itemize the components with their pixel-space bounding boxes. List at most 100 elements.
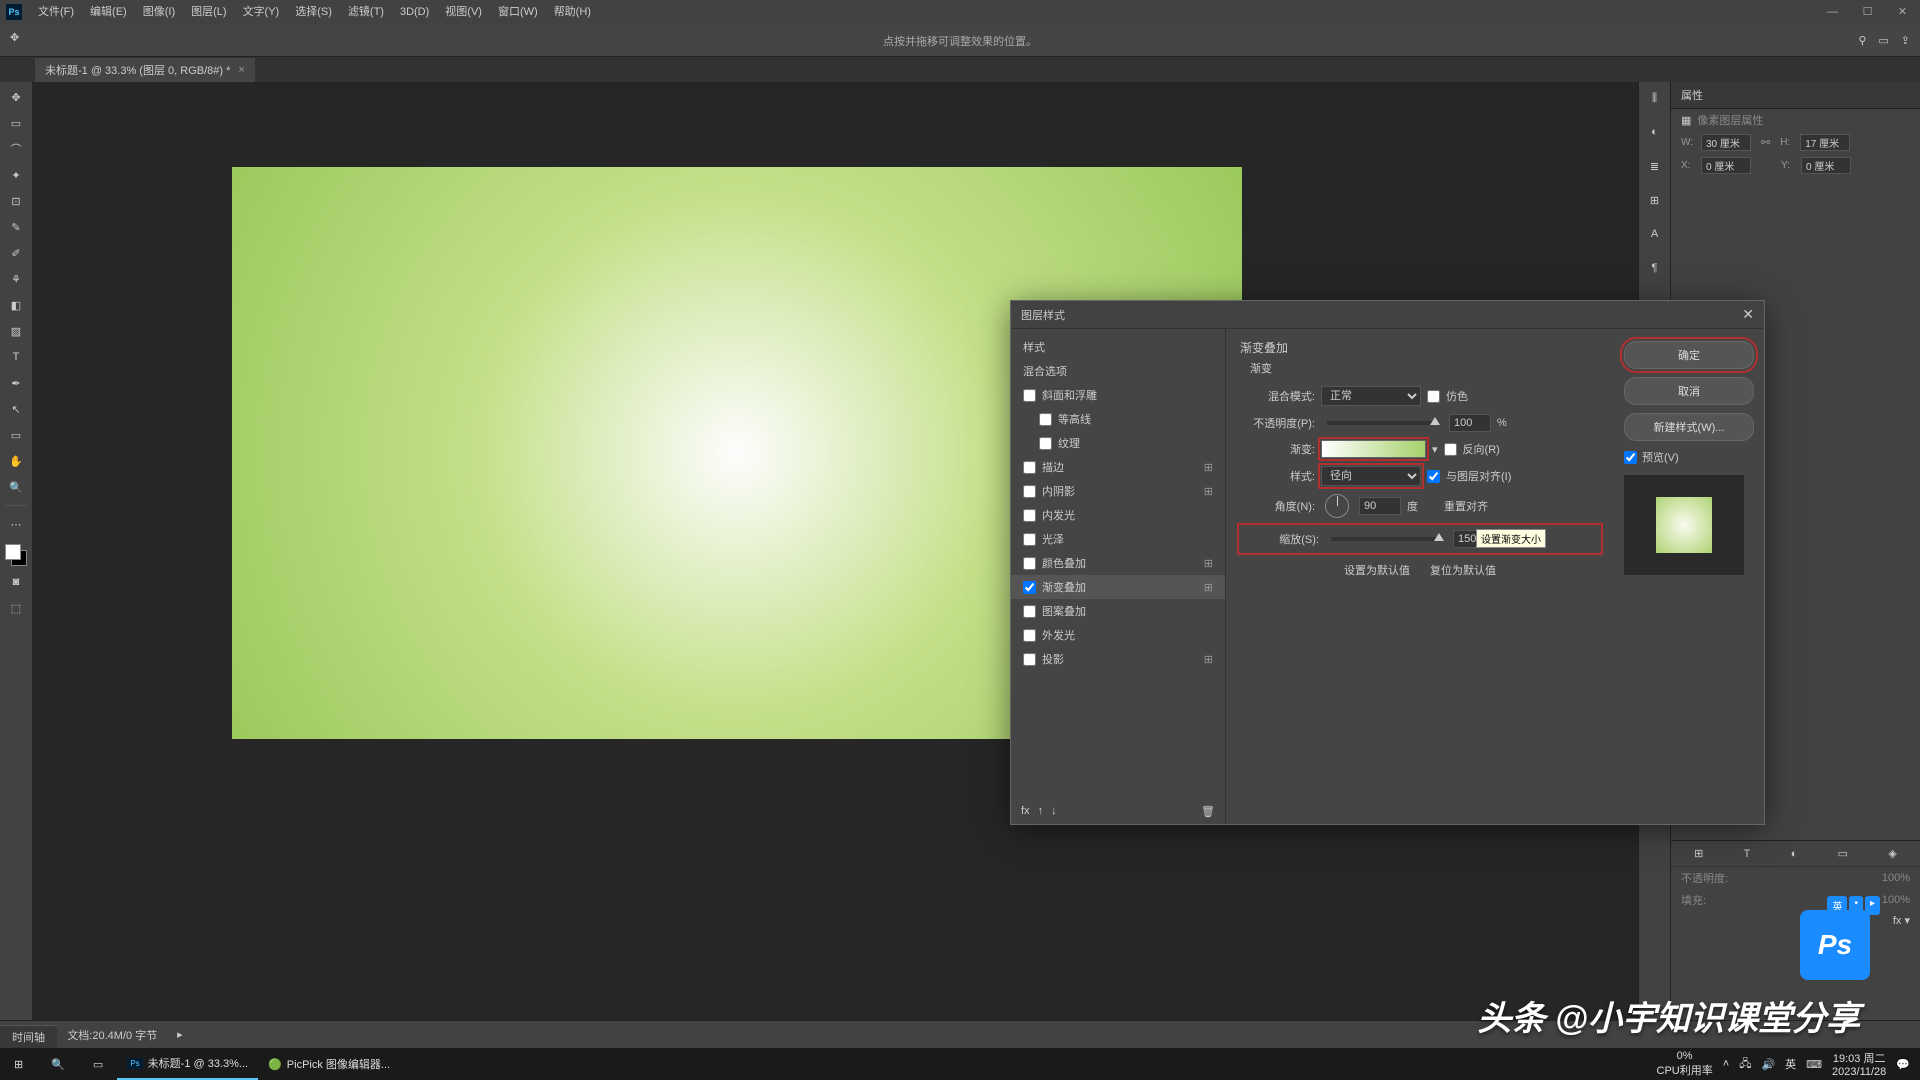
wand-tool[interactable]: ✦	[5, 165, 27, 185]
start-button[interactable]: ⊞	[0, 1048, 37, 1080]
shape-tool[interactable]: ▭	[5, 425, 27, 445]
dots-icon[interactable]: ⋯	[5, 514, 27, 534]
search-icon[interactable]: ⚲	[1858, 34, 1866, 47]
move-tool[interactable]: ✥	[5, 87, 27, 107]
layers-icon[interactable]: ≣	[1644, 155, 1666, 177]
task-photoshop[interactable]: Ps未标题-1 @ 33.3%...	[117, 1048, 258, 1080]
share-icon[interactable]: ⇪	[1901, 34, 1910, 47]
style-row-bevel[interactable]: 斜面和浮雕	[1011, 383, 1225, 407]
menu-file[interactable]: 文件(F)	[30, 0, 82, 25]
gradient-tool[interactable]: ▨	[5, 321, 27, 341]
menu-image[interactable]: 图像(I)	[135, 0, 183, 25]
histogram-icon[interactable]: ⫼	[1644, 87, 1666, 109]
style-row-satin[interactable]: 光泽	[1011, 527, 1225, 551]
hand-tool[interactable]: ✋	[5, 451, 27, 471]
align-checkbox[interactable]	[1427, 470, 1440, 483]
angle-wheel[interactable]	[1325, 494, 1349, 518]
style-row-stroke[interactable]: 描边⊞	[1011, 455, 1225, 479]
fx-icon[interactable]: fx ▾	[1893, 914, 1910, 927]
style-row-dropshadow[interactable]: 投影⊞	[1011, 647, 1225, 671]
quickmask-tool[interactable]: ◙	[5, 572, 27, 592]
layer-filter-icon[interactable]: ⊞	[1694, 847, 1703, 860]
brush-tool[interactable]: ✐	[5, 243, 27, 263]
style-row-innerglow[interactable]: 内发光	[1011, 503, 1225, 527]
doc-info[interactable]: 文档:20.4M/0 字节	[67, 1027, 157, 1043]
menu-window[interactable]: 窗口(W)	[490, 0, 546, 25]
channels-icon[interactable]: ⊞	[1644, 189, 1666, 211]
close-button[interactable]: ✕	[1885, 0, 1920, 25]
dither-checkbox[interactable]	[1427, 390, 1440, 403]
add-icon[interactable]: ⊞	[1204, 581, 1213, 594]
task-picpick[interactable]: 🟢PicPick 图像编辑器...	[258, 1048, 400, 1080]
set-default-button[interactable]: 设置为默认值	[1344, 562, 1410, 578]
adjust-icon[interactable]: ◐	[1644, 121, 1666, 143]
style-row-coloroverlay[interactable]: 颜色叠加⊞	[1011, 551, 1225, 575]
marquee-tool[interactable]: ▭	[5, 113, 27, 133]
gradient-picker[interactable]	[1321, 440, 1426, 458]
type-tool[interactable]: T	[5, 347, 27, 367]
tray-ime[interactable]: 英	[1785, 1056, 1796, 1072]
reverse-checkbox[interactable]	[1444, 443, 1457, 456]
new-style-button[interactable]: 新建样式(W)...	[1624, 413, 1754, 441]
trash-icon[interactable]: 🗑	[1201, 805, 1215, 818]
zoom-tool[interactable]: 🔍	[5, 477, 27, 497]
timeline-tab[interactable]: 时间轴	[0, 1025, 57, 1048]
down-icon[interactable]: ↓	[1051, 805, 1057, 818]
cancel-button[interactable]: 取消	[1624, 377, 1754, 405]
layer-filter-icon[interactable]: ◐	[1791, 848, 1798, 860]
style-row-styles[interactable]: 样式	[1011, 335, 1225, 359]
fx-menu-icon[interactable]: fx	[1021, 805, 1030, 818]
up-icon[interactable]: ↑	[1038, 805, 1044, 818]
taskview-button[interactable]: ▭	[79, 1048, 117, 1080]
menu-layer[interactable]: 图层(L)	[183, 0, 234, 25]
menu-help[interactable]: 帮助(H)	[546, 0, 599, 25]
blend-mode-select[interactable]: 正常	[1321, 386, 1421, 406]
menu-filter[interactable]: 滤镜(T)	[340, 0, 392, 25]
color-swatch[interactable]	[5, 544, 27, 566]
style-row-gradientoverlay[interactable]: 渐变叠加⊞	[1011, 575, 1225, 599]
menu-view[interactable]: 视图(V)	[437, 0, 490, 25]
menu-type[interactable]: 文字(Y)	[235, 0, 288, 25]
close-tab-icon[interactable]: ×	[238, 64, 244, 76]
menu-edit[interactable]: 编辑(E)	[82, 0, 135, 25]
preview-checkbox[interactable]	[1624, 451, 1637, 464]
layer-filter-icon[interactable]: ◈	[1888, 847, 1896, 860]
style-row-innershadow[interactable]: 内阴影⊞	[1011, 479, 1225, 503]
tray-network-icon[interactable]: 🖧	[1739, 1055, 1751, 1074]
eyedropper-tool[interactable]: ✎	[5, 217, 27, 237]
y-input[interactable]	[1801, 157, 1851, 174]
layer-filter-icon[interactable]: T	[1744, 848, 1751, 860]
reset-default-button[interactable]: 复位为默认值	[1430, 562, 1496, 578]
tray-notifications-icon[interactable]: 💬	[1896, 1058, 1910, 1071]
menu-3d[interactable]: 3D(D)	[392, 0, 437, 25]
style-select[interactable]: 径向	[1321, 466, 1421, 486]
document-tab[interactable]: 未标题-1 @ 33.3% (图层 0, RGB/8#) * ×	[35, 58, 255, 82]
x-input[interactable]	[1701, 157, 1751, 174]
height-input[interactable]	[1800, 134, 1850, 151]
path-tool[interactable]: ↖	[5, 399, 27, 419]
style-row-contour[interactable]: 等高线	[1011, 407, 1225, 431]
style-row-patternoverlay[interactable]: 图案叠加	[1011, 599, 1225, 623]
layer-filter-icon[interactable]: ▭	[1838, 847, 1848, 860]
dialog-close-icon[interactable]: ✕	[1742, 306, 1754, 323]
pen-tool[interactable]: ✒	[5, 373, 27, 393]
add-icon[interactable]: ⊞	[1204, 653, 1213, 666]
screenmode-tool[interactable]: ⬚	[5, 598, 27, 618]
char-icon[interactable]: A	[1644, 223, 1666, 245]
crop-tool[interactable]: ⊡	[5, 191, 27, 211]
add-icon[interactable]: ⊞	[1204, 461, 1213, 474]
ok-button[interactable]: 确定	[1624, 341, 1754, 369]
add-icon[interactable]: ⊞	[1204, 557, 1213, 570]
add-icon[interactable]: ⊞	[1204, 485, 1213, 498]
search-button[interactable]: 🔍	[37, 1048, 79, 1080]
tray-ime-icon[interactable]: ⌨	[1806, 1058, 1822, 1071]
style-row-blend[interactable]: 混合选项	[1011, 359, 1225, 383]
style-row-outerglow[interactable]: 外发光	[1011, 623, 1225, 647]
stamp-tool[interactable]: ⚘	[5, 269, 27, 289]
para-icon[interactable]: ¶	[1644, 257, 1666, 279]
link-icon[interactable]: ⚯	[1761, 136, 1770, 149]
scale-slider[interactable]	[1331, 537, 1441, 541]
opacity-slider[interactable]	[1327, 421, 1437, 425]
width-input[interactable]	[1701, 134, 1751, 151]
opacity-input[interactable]	[1449, 414, 1491, 432]
